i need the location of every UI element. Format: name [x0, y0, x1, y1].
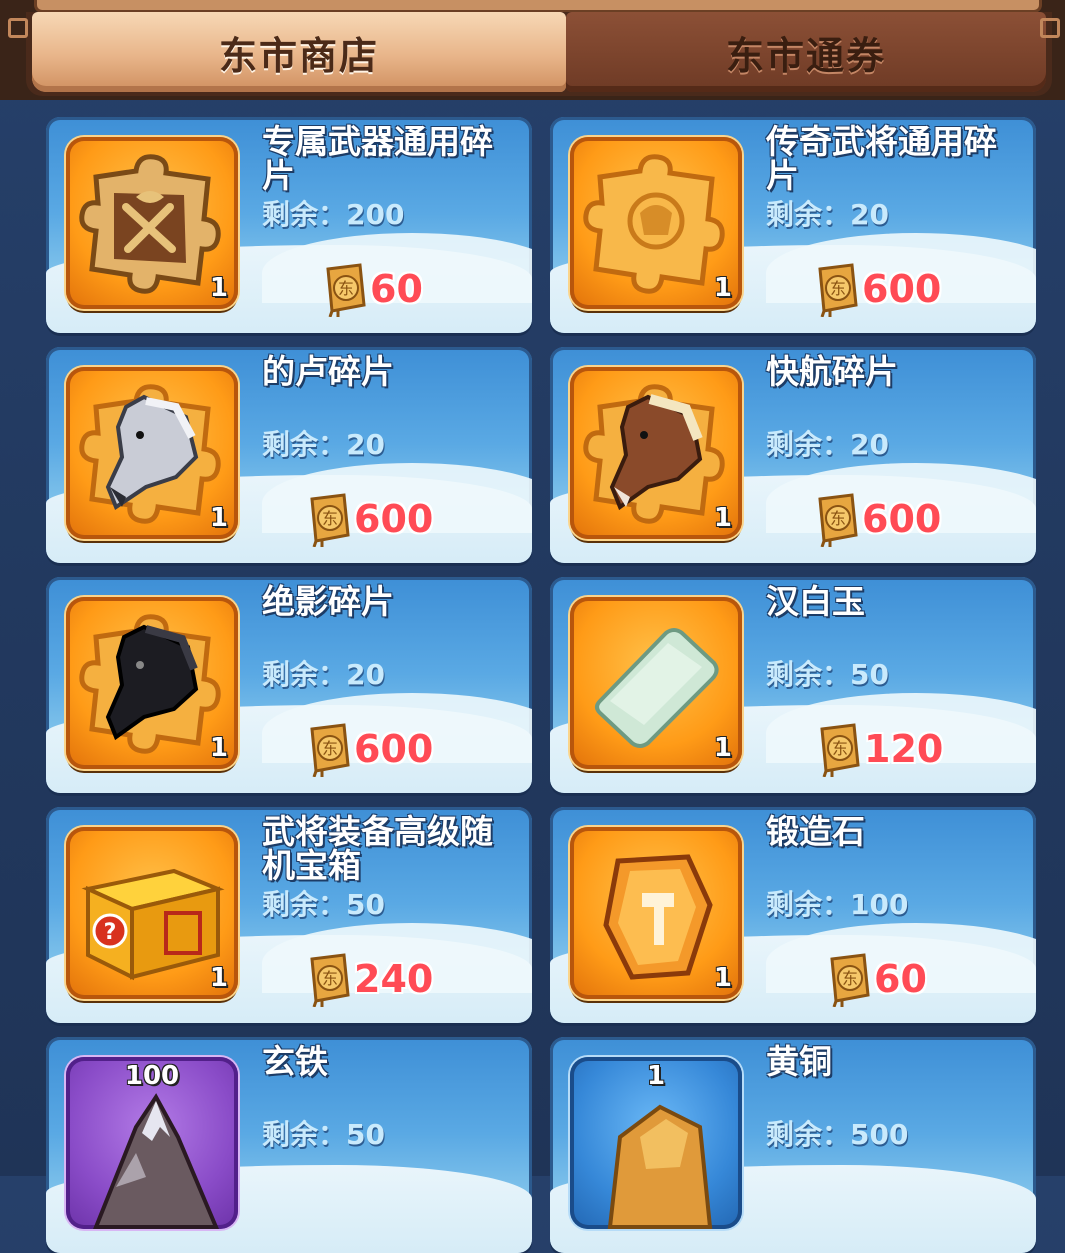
item-name: 专属武器通用碎片 — [262, 122, 493, 195]
shop-item-card[interactable]: 1 锻造石 剩余：100 东 60 — [550, 807, 1036, 1023]
shop-item-card[interactable]: 1 汉白玉 剩余：50 东 120 — [550, 577, 1036, 793]
item-price: 东 60 — [318, 261, 423, 317]
svg-text:?: ? — [104, 920, 117, 945]
item-quantity: 100 — [124, 1061, 180, 1091]
item-price: 东 120 — [812, 721, 943, 777]
item-name: 传奇武将通用碎片 — [766, 122, 997, 195]
svg-text:东: 东 — [322, 509, 338, 528]
shop-item-card[interactable]: 100 玄铁 剩余：50 — [46, 1037, 532, 1253]
weapon-fragment-puzzle-icon: 1 — [66, 137, 238, 309]
item-remaining: 剩余：20 — [262, 658, 385, 691]
item-price: 东 240 — [302, 951, 433, 1007]
svg-text:东: 东 — [832, 739, 848, 758]
forging-stone-icon: 1 — [570, 827, 742, 999]
item-name: 玄铁 — [262, 1042, 328, 1081]
item-price-value: 600 — [354, 497, 434, 541]
tab-dongshi-shop[interactable]: 东市商店 — [32, 12, 566, 92]
svg-text:东: 东 — [830, 279, 846, 298]
tab-dongshi-voucher[interactable]: 东市通券 — [566, 12, 1046, 92]
dongshi-voucher-coin-icon: 东 — [818, 263, 858, 317]
item-name: 绝影碎片 — [262, 582, 394, 621]
item-quantity: 1 — [209, 963, 228, 993]
dongshi-voucher-coin-icon: 东 — [310, 953, 350, 1007]
item-price: 东 60 — [822, 951, 927, 1007]
svg-text:东: 东 — [830, 509, 846, 528]
item-name: 武将装备高级随机宝箱 — [262, 812, 493, 885]
item-remaining: 剩余：100 — [766, 888, 909, 921]
mystery-chest-icon: ? 1 — [66, 827, 238, 999]
item-price: 东 600 — [810, 491, 941, 547]
svg-text:东: 东 — [842, 969, 858, 988]
item-remaining: 剩余：50 — [262, 1118, 385, 1151]
item-remaining: 剩余：20 — [766, 198, 889, 231]
item-quantity: 1 — [209, 733, 228, 763]
item-remaining: 剩余：20 — [262, 428, 385, 461]
item-remaining: 剩余：20 — [766, 428, 889, 461]
frame-ornament-left — [8, 18, 28, 38]
item-price-value: 120 — [864, 727, 944, 771]
white-jade-icon: 1 — [570, 597, 742, 769]
shop-item-card[interactable]: 1 黄铜 剩余：500 — [550, 1037, 1036, 1253]
kuaihang-horse-puzzle-icon: 1 — [570, 367, 742, 539]
item-price: 东 600 — [302, 491, 433, 547]
item-name: 黄铜 — [766, 1042, 832, 1081]
item-quantity: 1 — [209, 273, 228, 303]
shop-item-card[interactable]: 1 专属武器通用碎片 剩余：200 东 60 — [46, 117, 532, 333]
item-price: 东 600 — [302, 721, 433, 777]
svg-text:东: 东 — [322, 739, 338, 758]
item-quantity: 1 — [713, 733, 732, 763]
item-name: 汉白玉 — [766, 582, 865, 621]
item-price: 东 600 — [810, 261, 941, 317]
item-price-value: 60 — [874, 957, 927, 1001]
item-price-value: 240 — [354, 957, 434, 1001]
tab-dongshi-shop-label: 东市商店 — [218, 33, 379, 78]
item-price-value: 600 — [862, 497, 942, 541]
frame-ornament-right — [1040, 18, 1060, 38]
dilu-horse-puzzle-icon: 1 — [66, 367, 238, 539]
item-remaining: 剩余：50 — [766, 658, 889, 691]
shop-item-card[interactable]: ? 1 武将装备高级随机宝箱 剩余：50 东 240 — [46, 807, 532, 1023]
dongshi-voucher-coin-icon: 东 — [818, 493, 858, 547]
item-name: 的卢碎片 — [262, 352, 394, 391]
tab-dongshi-voucher-label: 东市通券 — [725, 33, 886, 78]
shop-item-card[interactable]: 1 的卢碎片 剩余：20 东 600 — [46, 347, 532, 563]
item-remaining: 剩余：200 — [262, 198, 405, 231]
item-quantity: 1 — [209, 503, 228, 533]
general-fragment-puzzle-icon: 1 — [570, 137, 742, 309]
item-price-value: 600 — [354, 727, 434, 771]
item-quantity: 1 — [713, 503, 732, 533]
dark-iron-ore-icon: 100 — [66, 1057, 238, 1229]
shop-item-card[interactable]: 1 传奇武将通用碎片 剩余：20 东 600 — [550, 117, 1036, 333]
item-name: 锻造石 — [766, 812, 865, 851]
item-remaining: 剩余：50 — [262, 888, 385, 921]
item-quantity: 1 — [713, 963, 732, 993]
item-price-value: 60 — [370, 267, 423, 311]
item-remaining: 剩余：500 — [766, 1118, 909, 1151]
shop-tab-bar: 东市商店 东市通券 — [26, 12, 1052, 96]
shop-item-card[interactable]: 1 绝影碎片 剩余：20 东 600 — [46, 577, 532, 793]
item-quantity: 1 — [646, 1061, 666, 1091]
dongshi-voucher-coin-icon: 东 — [310, 723, 350, 777]
item-quantity: 1 — [713, 273, 732, 303]
dongshi-voucher-coin-icon: 东 — [310, 493, 350, 547]
shop-item-card[interactable]: 1 快航碎片 剩余：20 东 600 — [550, 347, 1036, 563]
svg-text:东: 东 — [338, 279, 354, 298]
brass-ore-icon: 1 — [570, 1057, 742, 1229]
dongshi-voucher-coin-icon: 东 — [820, 723, 860, 777]
jueying-horse-puzzle-icon: 1 — [66, 597, 238, 769]
item-name: 快航碎片 — [766, 352, 898, 391]
svg-text:东: 东 — [322, 969, 338, 988]
item-price-value: 600 — [862, 267, 942, 311]
dongshi-voucher-coin-icon: 东 — [326, 263, 366, 317]
dongshi-voucher-coin-icon: 东 — [830, 953, 870, 1007]
